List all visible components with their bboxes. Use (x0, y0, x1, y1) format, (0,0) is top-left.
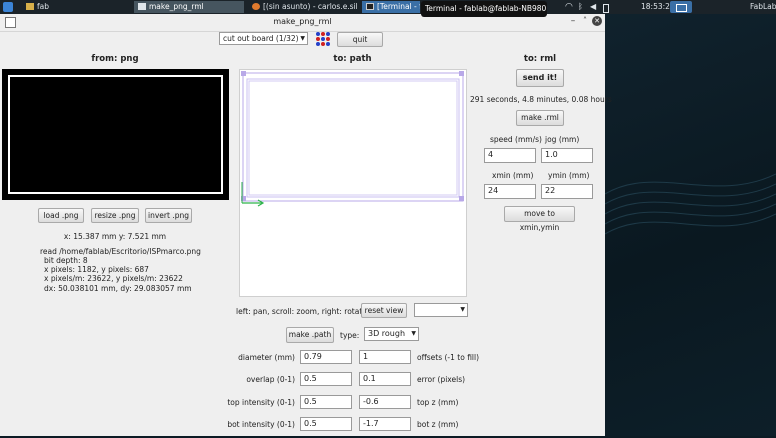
maximize-button[interactable]: ˄ (580, 16, 590, 26)
folder-icon (26, 3, 34, 10)
load-png-button[interactable]: load .png (38, 208, 84, 223)
overlap-label: overlap (0-1) (246, 375, 295, 384)
tooltip-text: Terminal - fablab@fablab-NB980: ~ (425, 4, 547, 13)
chevron-down-icon: ▼ (411, 330, 416, 337)
minimize-button[interactable]: – (568, 16, 578, 26)
app-window: make_png_rml – ˄ ✕ cut out board (1/32) … (0, 14, 612, 436)
time-estimate: 291 seconds, 4.8 minutes, 0.08 hours (470, 95, 612, 104)
terminal-tooltip: Terminal - fablab@fablab-NB980: ~ (421, 1, 547, 17)
png-outline (8, 75, 223, 194)
info-line-depth: bit depth: 8 (44, 256, 88, 265)
desktop-background (604, 14, 776, 436)
make-rml-button[interactable]: make .rml (516, 110, 564, 126)
offsets-input[interactable]: 1 (359, 350, 411, 364)
mail-icon (252, 3, 260, 10)
type-select-value: 3D rough (368, 329, 406, 338)
view-select[interactable]: ▼ (414, 303, 468, 317)
show-desktop-button[interactable] (670, 1, 692, 13)
diameter-label: diameter (mm) (238, 353, 295, 362)
bot-intensity-label: bot intensity (0-1) (227, 420, 295, 429)
offsets-label: offsets (-1 to fill) (417, 353, 480, 362)
chevron-down-icon: ▼ (300, 35, 305, 42)
info-line-file: read /home/fablab/Escritorio/ISPmarco.pn… (40, 247, 201, 256)
top-intensity-label: top intensity (0-1) (227, 398, 295, 407)
jog-input[interactable]: 1.0 (541, 148, 593, 163)
bot-z-input[interactable]: -1.7 (359, 417, 411, 431)
move-to-xmin-ymin-button[interactable]: move to xmin,ymin (504, 206, 575, 232)
info-line-pixels: x pixels: 1182, y pixels: 687 (44, 265, 149, 274)
type-label: type: (340, 331, 360, 340)
app-menu-icon[interactable] (3, 2, 13, 12)
desktop-icon (676, 4, 687, 12)
bot-intensity-input[interactable]: 0.5 (300, 417, 352, 431)
speed-input[interactable]: 4 (484, 148, 536, 163)
png-preview[interactable] (2, 69, 229, 200)
task-make-png-rml[interactable]: make_png_rml (134, 1, 244, 13)
close-button[interactable]: ✕ (592, 16, 602, 26)
from-png-heading: from: png (91, 54, 139, 64)
process-select-value: cut out board (1/32) (223, 34, 299, 43)
wifi-icon[interactable]: ◠ (565, 2, 573, 12)
diameter-input[interactable]: 0.79 (300, 350, 352, 364)
info-line-ppm: x pixels/m: 23622, y pixels/m: 23622 (44, 274, 183, 283)
color-grid-icon[interactable] (315, 31, 331, 47)
error-label: error (pixels) (417, 375, 466, 384)
quit-button[interactable]: quit (337, 32, 383, 47)
top-intensity-input[interactable]: 0.5 (300, 395, 352, 409)
task-label: fab (37, 2, 49, 11)
task-terminal[interactable]: [Terminal - fablab@fablab... (362, 1, 420, 13)
ymin-label: ymin (mm) (548, 171, 590, 180)
overlap-input[interactable]: 0.5 (300, 372, 352, 386)
wallpaper-waves (604, 173, 776, 235)
volume-icon[interactable]: ◀ (590, 2, 596, 12)
to-path-heading: to: path (333, 54, 372, 64)
cursor-coords: x: 15.387 mm y: 7.521 mm (63, 232, 167, 241)
battery-icon[interactable] (603, 4, 609, 13)
task-mail[interactable]: [(sin asunto) - carlos.e.silva... (248, 1, 358, 13)
path-drawing (241, 71, 464, 207)
task-label: [(sin asunto) - carlos.e.silva... (263, 2, 358, 11)
send-it-button[interactable]: send it! (516, 69, 564, 87)
xmin-label: xmin (mm) (492, 171, 534, 180)
bluetooth-icon[interactable]: ᛒ (578, 2, 583, 12)
top-z-label: top z (mm) (417, 398, 459, 407)
task-label: make_png_rml (149, 2, 204, 11)
process-select[interactable]: cut out board (1/32) ▼ (219, 32, 308, 45)
taskbar: fab make_png_rml [(sin asunto) - carlos.… (0, 0, 776, 17)
task-label: [Terminal - fablab@fablab... (377, 2, 420, 11)
jog-label: jog (mm) (545, 135, 580, 144)
view-hint: left: pan, scroll: zoom, right: rotate (236, 307, 367, 316)
speed-label: speed (mm/s) (490, 135, 542, 144)
terminal-icon (366, 3, 374, 10)
window-icon (138, 3, 146, 10)
user-name[interactable]: FabLab (750, 1, 776, 13)
error-input[interactable]: 0.1 (359, 372, 411, 386)
type-select[interactable]: 3D rough ▼ (364, 327, 419, 341)
top-z-input[interactable]: -0.6 (359, 395, 411, 409)
resize-png-button[interactable]: resize .png (91, 208, 139, 223)
ymin-input[interactable]: 22 (541, 184, 593, 199)
xmin-input[interactable]: 24 (484, 184, 536, 199)
bot-z-label: bot z (mm) (417, 420, 459, 429)
make-path-button[interactable]: make .path (286, 327, 334, 343)
reset-view-button[interactable]: reset view (361, 303, 407, 318)
path-canvas[interactable] (239, 69, 467, 297)
invert-png-button[interactable]: invert .png (145, 208, 192, 223)
window-title: make_png_rml (273, 17, 332, 26)
chevron-down-icon: ▼ (460, 306, 465, 313)
task-fab[interactable]: fab (22, 1, 130, 13)
info-line-size: dx: 50.038101 mm, dy: 29.083057 mm (44, 284, 192, 293)
to-rml-heading: to: rml (523, 54, 557, 64)
